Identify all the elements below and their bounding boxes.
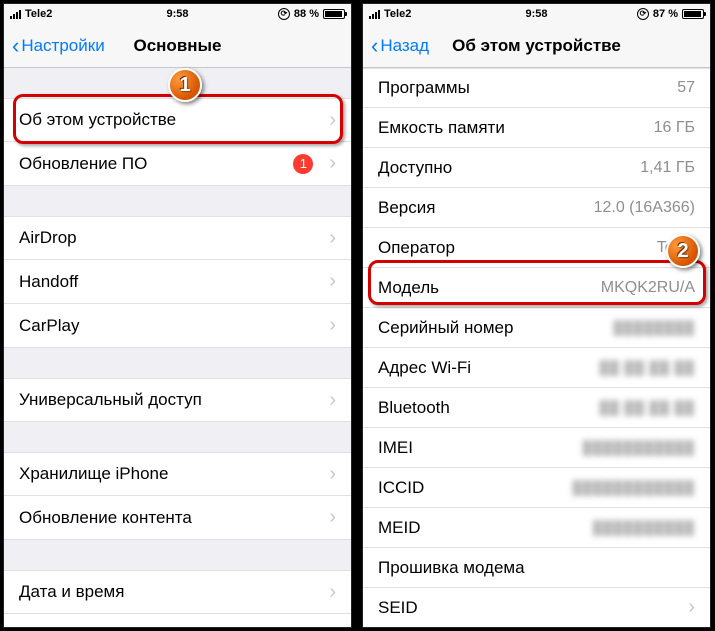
chevron-right-icon: › [329,314,336,337]
cell-label: Версия [378,198,594,218]
cell-value: ██:██:██:██ [599,360,695,375]
chevron-right-icon: › [329,270,336,293]
battery-icon [682,9,704,19]
status-bar: Tele2 9:58 ⟳ 87 % [363,4,710,24]
cell-label: MEID [378,518,593,538]
about-row: МодельMKQK2RU/A [363,268,710,308]
cell-handoff[interactable]: Handoff › [4,260,351,304]
callout-one: 1 [168,68,202,102]
cell-label: Универсальный доступ [19,390,321,410]
about-row: Серийный номер████████ [363,308,710,348]
cell-label: IMEI [378,438,583,458]
chevron-left-icon: ‹ [12,35,19,57]
phone-about-device: Tele2 9:58 ⟳ 87 % ‹ Назад Об этом устрой… [362,3,711,628]
chevron-right-icon: › [329,581,336,604]
back-label: Назад [380,36,429,56]
about-row: MEID██████████ [363,508,710,548]
nav-bar: ‹ Назад Об этом устройстве [363,24,710,68]
cell-label: Доступно [378,158,640,178]
cell-value: 57 [677,79,695,97]
chevron-left-icon: ‹ [371,35,378,57]
battery-icon [323,9,345,19]
status-bar: Tele2 9:58 ⟳ 88 % [4,4,351,24]
about-list: Программы57Емкость памяти16 ГБДоступно1,… [363,68,710,628]
chevron-right-icon: › [329,109,336,132]
cell-label: Модель [378,278,601,298]
cell-accessibility[interactable]: Универсальный доступ › [4,378,351,422]
nav-bar: ‹ Настройки Основные [4,24,351,68]
cell-label: Адрес Wi-Fi [378,358,599,378]
cell-label: Серийный номер [378,318,613,338]
cell-value: ██:██:██:██ [599,400,695,415]
chevron-right-icon: › [329,463,336,486]
cell-date-time[interactable]: Дата и время › [4,570,351,614]
cell-value: 16 ГБ [654,119,695,137]
chevron-right-icon: › [329,506,336,529]
cell-value: ██████████ [593,520,695,535]
cell-label: ICCID [378,478,572,498]
cell-airdrop[interactable]: AirDrop › [4,216,351,260]
cell-label: AirDrop [19,228,321,248]
about-row: Адрес Wi-Fi██:██:██:██ [363,348,710,388]
cell-value: ████████████ [572,480,695,495]
about-row: Версия12.0 (16A366) [363,188,710,228]
chevron-right-icon: › [329,227,336,250]
cell-keyboard[interactable]: Клавиатура › [4,614,351,628]
about-row: IMEI███████████ [363,428,710,468]
cell-background-refresh[interactable]: Обновление контента › [4,496,351,540]
cell-value: 1,41 ГБ [640,159,695,177]
cell-label: Программы [378,78,677,98]
cell-label: Дата и время [19,582,321,602]
cell-label: Обновление ПО [19,154,293,174]
cell-value: 12.0 (16A366) [594,199,695,217]
cell-value: ████████ [613,320,695,335]
cell-label: CarPlay [19,316,321,336]
about-row: Емкость памяти16 ГБ [363,108,710,148]
rotation-lock-icon: ⟳ [278,8,290,20]
clock-label: 9:58 [363,8,710,20]
cell-label: Об этом устройстве [19,110,321,130]
cell-label: Емкость памяти [378,118,654,138]
cell-label: SEID [378,598,680,618]
about-row: Доступно1,41 ГБ [363,148,710,188]
cell-software-update[interactable]: Обновление ПО 1 › [4,142,351,186]
cell-value: ███████████ [583,440,695,455]
update-badge: 1 [293,154,313,174]
rotation-lock-icon: ⟳ [637,8,649,20]
cell-about[interactable]: Об этом устройстве › [4,98,351,142]
cell-value: MKQK2RU/A [601,279,695,297]
about-row: ICCID████████████ [363,468,710,508]
about-row: Прошивка модема [363,548,710,588]
cell-label: Клавиатура [19,626,321,629]
cell-carplay[interactable]: CarPlay › [4,304,351,348]
cell-label: Bluetooth [378,398,599,418]
clock-label: 9:58 [4,8,351,20]
cell-label: Handoff [19,272,321,292]
cell-label: Хранилище iPhone [19,464,321,484]
callout-two: 2 [666,234,700,268]
about-row: Bluetooth██:██:██:██ [363,388,710,428]
settings-list: Об этом устройстве › Обновление ПО 1 › A… [4,68,351,628]
back-button[interactable]: ‹ Назад [371,35,429,57]
cell-storage[interactable]: Хранилище iPhone › [4,452,351,496]
about-row: ОператорTele2 [363,228,710,268]
chevron-right-icon: › [329,624,336,628]
about-row[interactable]: SEID › [363,588,710,628]
back-label: Настройки [21,36,104,56]
chevron-right-icon: › [688,596,695,619]
about-row: Программы57 [363,68,710,108]
chevron-right-icon: › [329,152,336,175]
cell-label: Обновление контента [19,508,321,528]
chevron-right-icon: › [329,389,336,412]
cell-label: Прошивка модема [378,558,695,578]
cell-label: Оператор [378,238,657,258]
back-button[interactable]: ‹ Настройки [12,35,105,57]
